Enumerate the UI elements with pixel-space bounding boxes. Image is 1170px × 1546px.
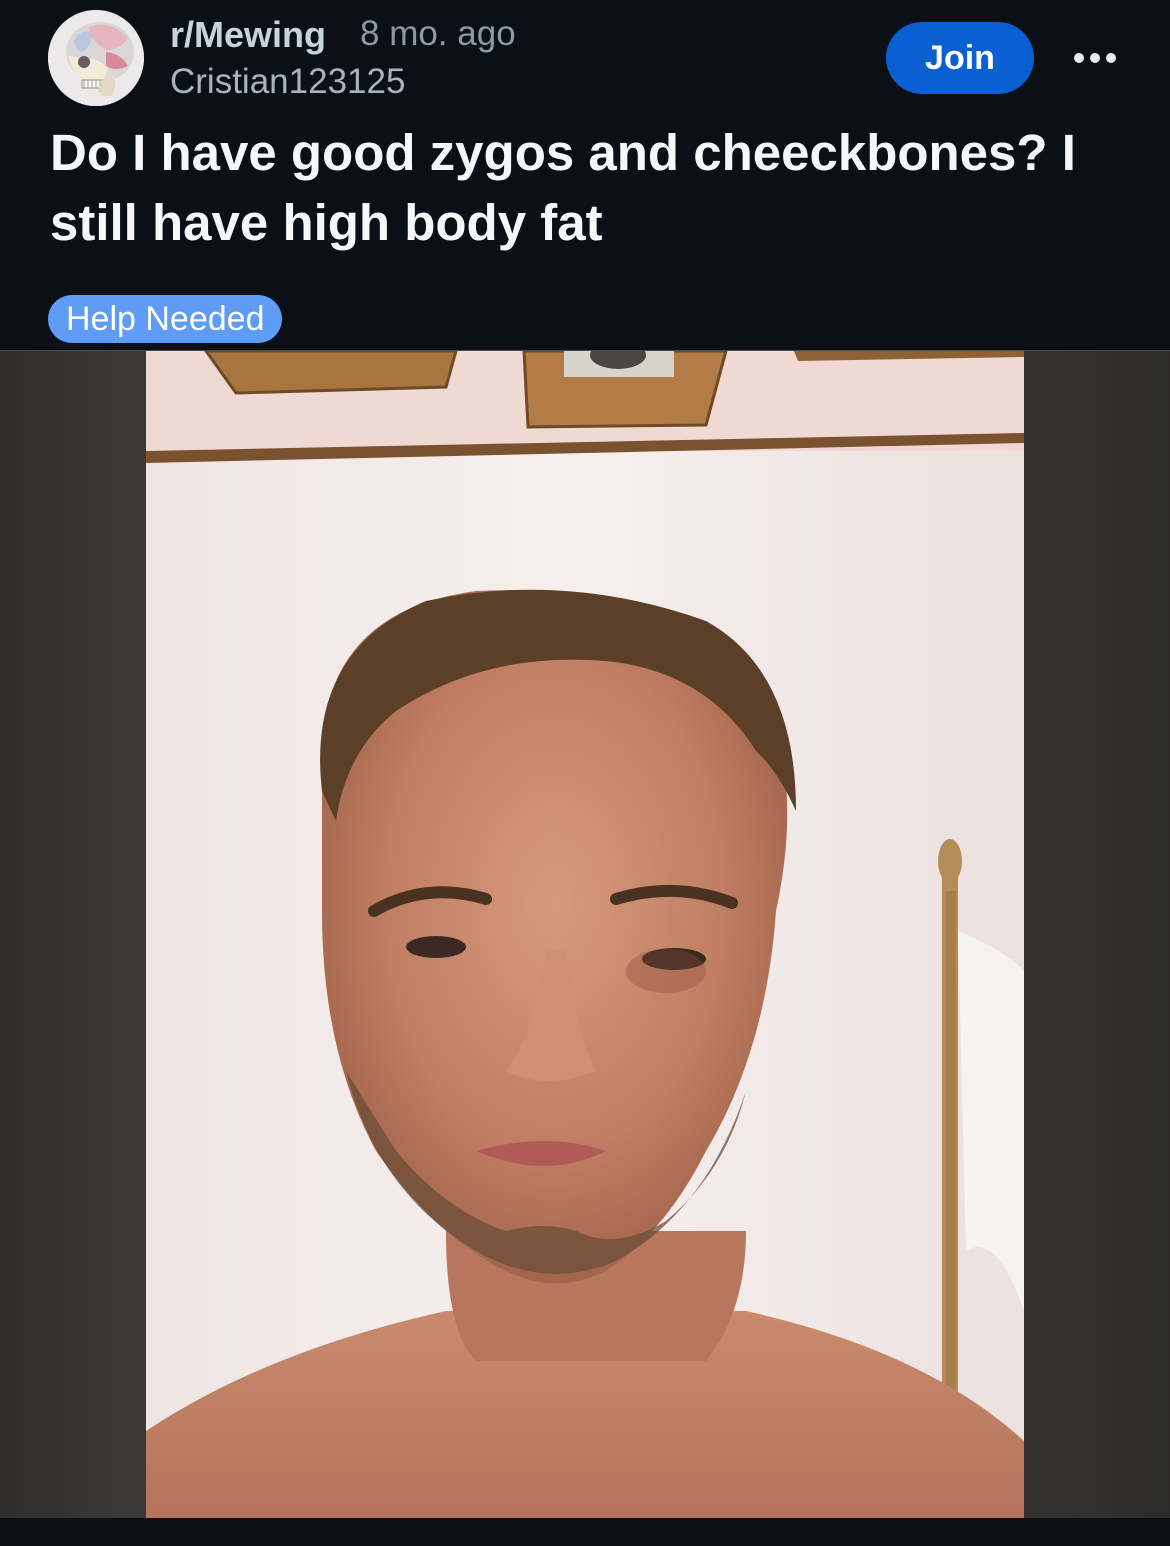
post-media[interactable] — [0, 350, 1170, 1519]
post-author[interactable]: Cristian123125 — [170, 62, 405, 102]
post-time: 8 mo. ago — [360, 14, 516, 53]
post-header: r/Mewing 8 mo. ago Cristian123125 Join D… — [0, 0, 1170, 350]
skull-anatomy-avatar-icon[interactable] — [48, 10, 144, 106]
post-flair[interactable]: Help Needed — [48, 295, 283, 343]
post-image[interactable] — [146, 351, 1024, 1519]
subreddit-name[interactable]: r/Mewing — [170, 14, 326, 56]
more-options-icon[interactable] — [1068, 40, 1122, 76]
post-title[interactable]: Do I have good zygos and cheeckbones? I … — [50, 118, 1130, 258]
bottom-bar — [0, 1518, 1170, 1546]
join-button[interactable]: Join — [886, 22, 1034, 94]
